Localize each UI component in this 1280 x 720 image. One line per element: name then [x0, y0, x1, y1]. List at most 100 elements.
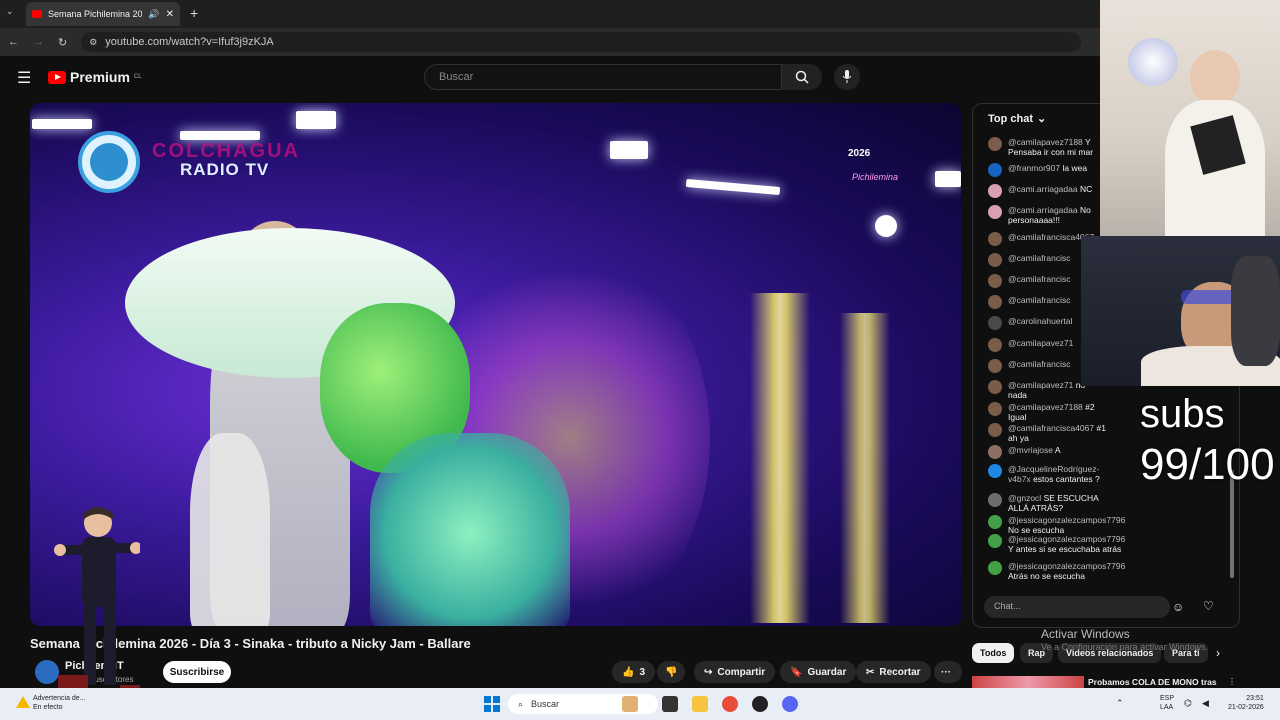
- logo-text: Premium: [70, 69, 130, 85]
- chat-message-body: @JacquelineRodríguez-v4b7x estos cantant…: [1008, 464, 1106, 484]
- heart-icon[interactable]: ♡: [1203, 599, 1214, 613]
- related-title[interactable]: Probamos COLA DE MONO tras: [1088, 677, 1217, 687]
- chat-input[interactable]: Chat...: [984, 596, 1170, 618]
- chat-username[interactable]: @camilafrancisc: [1008, 359, 1070, 369]
- chat-message-body: @camilafrancisc: [1008, 295, 1070, 309]
- network-icon[interactable]: ⌬: [1184, 698, 1192, 709]
- chat-username[interactable]: @jessicagonzalezcampos7796: [1008, 515, 1125, 525]
- chat-username[interactable]: @mvriajose: [1008, 445, 1053, 455]
- chat-username[interactable]: @gnzocl: [1008, 493, 1041, 503]
- tab-close-icon[interactable]: ✕: [166, 9, 174, 20]
- chat-avatar[interactable]: [988, 137, 1002, 151]
- new-tab-icon[interactable]: +: [190, 5, 198, 21]
- youtube-logo[interactable]: Premium CL: [48, 69, 142, 85]
- chat-text: NC: [1079, 184, 1093, 194]
- related-thumbnail[interactable]: [972, 676, 1084, 688]
- chat-username[interactable]: @camilafrancisc: [1008, 274, 1070, 284]
- chat-avatar[interactable]: [988, 515, 1002, 529]
- chat-username[interactable]: @jessicagonzalezcampos7796: [1008, 561, 1125, 571]
- chip-todos[interactable]: Todos: [972, 643, 1015, 663]
- search-icon: [795, 70, 809, 84]
- chat-avatar[interactable]: [988, 205, 1002, 219]
- search-button[interactable]: [782, 64, 822, 90]
- reload-icon[interactable]: ↻: [58, 36, 67, 49]
- clip-button[interactable]: ✂ Recortar: [856, 661, 931, 683]
- chat-username[interactable]: @franmor907: [1008, 163, 1060, 173]
- chat-username[interactable]: @camilafrancisca4067: [1008, 423, 1094, 433]
- menu-icon[interactable]: ☰: [17, 68, 31, 88]
- like-button[interactable]: 👍 3: [612, 661, 656, 683]
- chat-avatar[interactable]: [988, 445, 1002, 459]
- logo-region: CL: [133, 74, 142, 80]
- chat-username[interactable]: @camilapavez71: [1008, 380, 1073, 390]
- voice-search-button[interactable]: [834, 64, 860, 90]
- chat-avatar[interactable]: [988, 534, 1002, 548]
- taskbar-clock[interactable]: 23:51 21-02-2026: [1228, 694, 1264, 712]
- weather-widget-icon[interactable]: [622, 696, 638, 712]
- chat-avatar[interactable]: [988, 359, 1002, 373]
- chevron-right-icon[interactable]: ›: [1216, 646, 1220, 660]
- chat-username[interactable]: @cami.arriagadaa: [1008, 184, 1078, 194]
- chat-avatar[interactable]: [988, 338, 1002, 352]
- url-field[interactable]: ⚙ youtube.com/watch?v=Ifuf3j9zKJA: [81, 32, 1082, 52]
- chat-username[interactable]: @jessicagonzalezcampos7796: [1008, 534, 1125, 544]
- chat-avatar[interactable]: [988, 232, 1002, 246]
- language-indicator[interactable]: ESP LAA: [1140, 694, 1174, 712]
- mic-icon: [842, 70, 852, 83]
- chat-avatar[interactable]: [988, 464, 1002, 478]
- chat-avatar[interactable]: [988, 253, 1002, 267]
- taskbar-notice[interactable]: Advertencia de... En efecto: [33, 694, 86, 712]
- chat-message: @jessicagonzalezcampos7796 Y antes si se…: [988, 534, 1125, 554]
- chat-username[interactable]: @cami.arriagadaa: [1008, 205, 1078, 215]
- chat-username[interactable]: @camilapavez7188: [1008, 402, 1083, 412]
- chat-avatar[interactable]: [988, 316, 1002, 330]
- site-info-icon[interactable]: ⚙: [89, 37, 97, 48]
- task-view-icon[interactable]: [662, 696, 678, 712]
- volume-icon[interactable]: ◀: [1202, 698, 1209, 709]
- chat-avatar[interactable]: [988, 274, 1002, 288]
- tab-list-icon[interactable]: ⌄: [6, 6, 14, 17]
- forward-icon[interactable]: →: [33, 36, 44, 48]
- chat-message: @cami.arriagadaa No personaaaa!!!: [988, 205, 1106, 225]
- chat-avatar[interactable]: [988, 295, 1002, 309]
- related-more-icon[interactable]: ⋮: [1228, 677, 1236, 686]
- chat-username[interactable]: @carolinahuertal: [1008, 316, 1072, 326]
- emoji-icon[interactable]: ☺: [1172, 600, 1184, 614]
- audio-icon[interactable]: 🔊: [148, 9, 159, 20]
- chat-username[interactable]: @camilafrancisc: [1008, 253, 1070, 263]
- event-badge-name: Pichilemina: [852, 172, 899, 182]
- chat-avatar[interactable]: [988, 402, 1002, 416]
- chat-message-body: @camilafrancisc: [1008, 359, 1070, 373]
- lang-code: ESP: [1160, 695, 1175, 702]
- chat-avatar[interactable]: [988, 380, 1002, 394]
- chat-mode-selector[interactable]: Top chat ⌄: [988, 112, 1046, 126]
- chat-avatar[interactable]: [988, 561, 1002, 575]
- chat-avatar[interactable]: [988, 184, 1002, 198]
- discord-icon[interactable]: [782, 696, 798, 712]
- chat-username[interactable]: @camilapavez71: [1008, 338, 1073, 348]
- windows-start-icon[interactable]: [484, 696, 500, 712]
- subscribe-button[interactable]: Suscribirse: [163, 661, 231, 683]
- lang-region: LAA: [1160, 704, 1174, 711]
- search-input[interactable]: Buscar: [424, 64, 782, 90]
- save-button[interactable]: 🔖 Guardar: [780, 661, 857, 683]
- youtube-favicon-icon: [32, 10, 42, 18]
- chat-avatar[interactable]: [988, 493, 1002, 507]
- share-button[interactable]: ↪ Compartir: [694, 661, 776, 683]
- activate-windows-watermark: Activar Windows: [1041, 627, 1130, 641]
- dislike-button[interactable]: 👎: [657, 661, 686, 683]
- file-explorer-icon[interactable]: [692, 696, 708, 712]
- obs-icon[interactable]: [752, 696, 768, 712]
- browser-tab[interactable]: Semana Pichilemina 2026 · 🔊 ✕: [26, 2, 180, 26]
- chat-message: @JacquelineRodríguez-v4b7x estos cantant…: [988, 464, 1106, 484]
- chat-username[interactable]: @camilafrancisc: [1008, 295, 1070, 305]
- chat-message-body: @camilapavez7188 Y Pensaba ir con mi mar: [1008, 137, 1106, 157]
- chat-avatar[interactable]: [988, 423, 1002, 437]
- chat-avatar[interactable]: [988, 163, 1002, 177]
- chrome-icon[interactable]: [722, 696, 738, 712]
- more-actions-button[interactable]: ···: [934, 661, 962, 683]
- video-player[interactable]: [30, 103, 961, 626]
- back-icon[interactable]: ←: [8, 36, 19, 48]
- chat-username[interactable]: @camilapavez7188: [1008, 137, 1083, 147]
- tray-chevron-icon[interactable]: ⌃: [1116, 698, 1124, 709]
